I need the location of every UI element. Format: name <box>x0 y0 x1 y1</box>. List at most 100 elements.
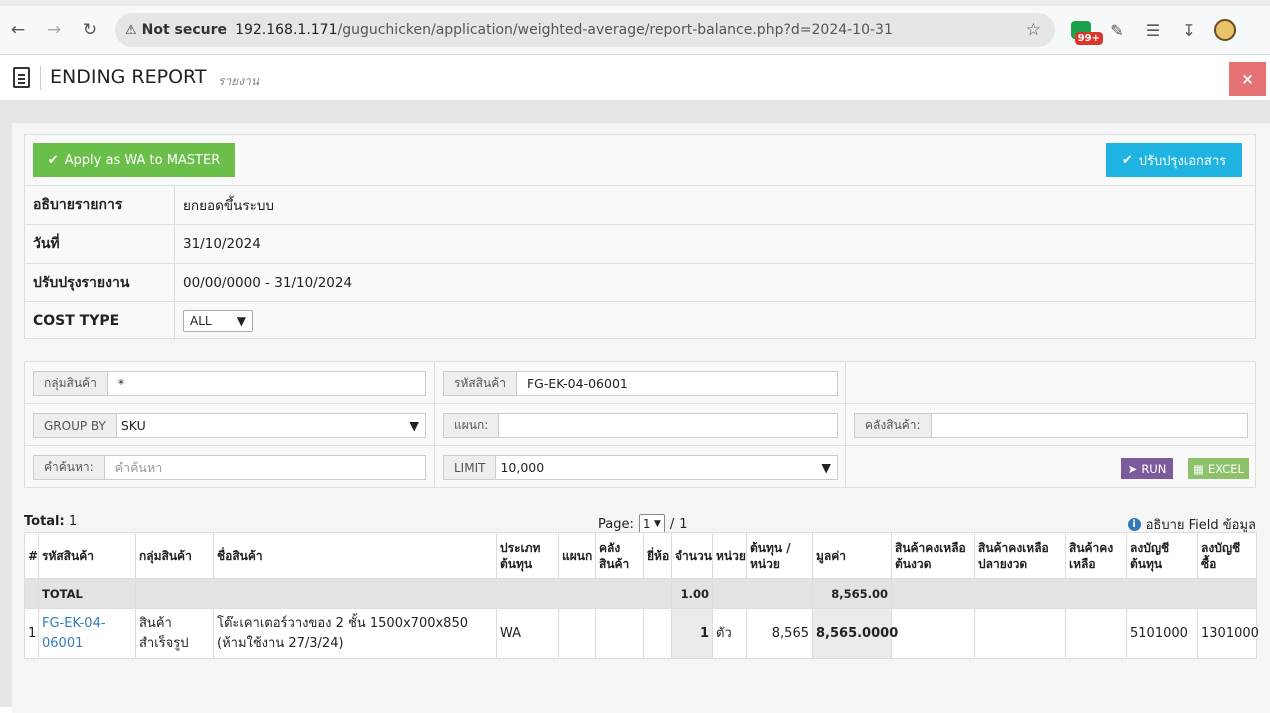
product-group-input[interactable]: * <box>108 372 425 395</box>
report-panel: ✔Apply as WA to MASTER ✔ปรับปรุงเอกสาร อ… <box>12 123 1270 713</box>
cell-empty <box>713 579 813 609</box>
col-header[interactable]: ต้นทุน / หน่วย <box>747 533 813 579</box>
browser-chrome: ← → ↻ ⚠ Not secure 192.168.1.171/guguchi… <box>0 0 1270 55</box>
back-icon[interactable]: ← <box>0 14 36 46</box>
col-header[interactable]: แผนก <box>559 533 596 579</box>
page-select[interactable]: 1▼ <box>639 514 665 534</box>
unit-cell: ตัว <box>713 609 747 659</box>
cost-type-cell: WA <box>497 609 559 659</box>
spreadsheet-icon: ▦ <box>1193 462 1204 476</box>
security-label: Not secure <box>142 22 227 38</box>
info-key: วันที่ <box>25 225 175 263</box>
page-body: ✔Apply as WA to MASTER ✔ปรับปรุงเอกสาร อ… <box>0 101 1270 707</box>
col-header[interactable]: คลังสินค้า <box>596 533 644 579</box>
group-cell: สินค้าสำเร็จรูป <box>136 609 214 659</box>
info-row-period: ปรับปรุงรายงาน 00/00/0000 - 31/10/2024 <box>25 263 1255 302</box>
department-label: แผนก: <box>444 414 499 437</box>
extensions-bar: 99+ ✎ ☰ ↧ <box>1063 14 1243 46</box>
report-header: ENDING REPORT รายงาน × <box>0 55 1270 101</box>
run-label: RUN <box>1141 462 1166 476</box>
page-total: 1 <box>679 517 687 532</box>
chevron-down-icon: ▼ <box>821 460 831 475</box>
run-button[interactable]: ➤RUN <box>1121 458 1173 479</box>
search-field: คำค้นหา: คำค้นหา <box>33 455 426 480</box>
info-key: ปรับปรุงรายงาน <box>25 264 175 302</box>
info-row-cost-type: COST TYPE ALL ▼ <box>25 301 1255 340</box>
account-purchase-cell: 1301000 <box>1198 609 1257 659</box>
warning-icon: ⚠ <box>125 23 137 38</box>
apply-wa-button[interactable]: ✔Apply as WA to MASTER <box>33 143 235 177</box>
sku-input[interactable]: FG-EK-04-06001 <box>517 372 837 395</box>
bookmark-star-icon[interactable]: ☆ <box>1026 20 1041 40</box>
rocket-icon: ➤ <box>1128 462 1138 476</box>
update-document-label: ปรับปรุงเอกสาร <box>1139 150 1226 171</box>
chevron-down-icon: ▼ <box>237 314 246 328</box>
info-key: COST TYPE <box>25 302 175 340</box>
update-document-button[interactable]: ✔ปรับปรุงเอกสาร <box>1106 143 1242 177</box>
col-header[interactable]: ประเภทต้นทุน <box>497 533 559 579</box>
excel-button[interactable]: ▦EXCEL <box>1188 458 1249 479</box>
col-header[interactable]: กลุ่มสินค้า <box>136 533 214 579</box>
close-button[interactable]: × <box>1229 62 1266 96</box>
total-qty-cell: 1.00 <box>672 579 713 609</box>
total-count: Total: 1 <box>24 514 77 529</box>
col-header[interactable]: ยี่ห้อ <box>644 533 672 579</box>
pagination: Page: 1▼ / 1 <box>598 514 688 534</box>
chevron-down-icon: ▼ <box>654 519 661 529</box>
limit-value: 10,000 <box>500 460 544 475</box>
col-header[interactable]: มูลค่า <box>813 533 892 579</box>
col-header[interactable]: ชื่อสินค้า <box>214 533 497 579</box>
group-by-field: GROUP BY SKU ▼ <box>33 413 426 438</box>
nav-buttons: ← → ↻ <box>0 14 108 46</box>
search-label: คำค้นหา: <box>34 456 105 479</box>
info-row-description: อธิบายรายการ ยกยอดขึ้นระบบ <box>25 185 1255 224</box>
document-icon <box>13 67 30 88</box>
filter-panel: กลุ่มสินค้า * รหัสสินค้า FG-EK-04-06001 … <box>24 361 1256 488</box>
total-row: TOTAL 1.00 8,565.00 <box>25 579 1257 609</box>
media-icon[interactable]: ☰ <box>1135 14 1171 46</box>
col-header[interactable]: รหัสสินค้า <box>39 533 136 579</box>
forward-icon[interactable]: → <box>36 14 72 46</box>
page-title: ENDING REPORT <box>50 66 206 88</box>
search-input[interactable]: คำค้นหา <box>105 456 425 479</box>
chevron-down-icon: ▼ <box>409 418 419 433</box>
limit-select[interactable]: 10,000 ▼ <box>496 456 837 479</box>
url-path: /guguchicken/application/weighted-averag… <box>338 22 893 38</box>
address-bar[interactable]: ⚠ Not secure 192.168.1.171/guguchicken/a… <box>115 13 1055 47</box>
col-header[interactable]: จำนวน <box>672 533 713 579</box>
warehouse-label: คลังสินค้า: <box>855 414 932 437</box>
warehouse-input[interactable] <box>932 414 1247 437</box>
table-row: 1 FG-EK-04-06001 สินค้าสำเร็จรูป โต๊ะเคา… <box>25 609 1257 659</box>
col-header[interactable]: ลงบัญชีต้นทุน <box>1127 533 1198 579</box>
product-group-label: กลุ่มสินค้า <box>34 372 108 395</box>
sku-label: รหัสสินค้า <box>444 372 517 395</box>
col-header[interactable]: สินค้าคงเหลือ <box>1066 533 1127 579</box>
col-header[interactable]: ลงบัญชีซื้อ <box>1198 533 1257 579</box>
url-text[interactable]: 192.168.1.171/guguchicken/application/we… <box>235 22 893 38</box>
qty-cell: 1 <box>672 609 713 659</box>
profile-avatar[interactable] <box>1207 14 1243 46</box>
col-header[interactable]: หน่วย <box>713 533 747 579</box>
account-cost-cell: 5101000 <box>1127 609 1198 659</box>
group-by-select[interactable]: SKU ▼ <box>117 414 425 437</box>
remain-stock-cell <box>1066 609 1127 659</box>
extension-green-icon[interactable]: 99+ <box>1063 14 1099 46</box>
cost-type-select[interactable]: ALL ▼ <box>183 310 253 332</box>
cost-type-value: ALL <box>190 314 212 328</box>
sku-link[interactable]: FG-EK-04-06001 <box>39 609 136 659</box>
info-key: อธิบายรายการ <box>25 186 175 224</box>
col-header[interactable]: สินค้าคงเหลือต้นงวด <box>892 533 975 579</box>
col-header[interactable]: สินค้าคงเหลือปลายงวด <box>975 533 1066 579</box>
reload-icon[interactable]: ↻ <box>72 14 108 46</box>
department-input[interactable] <box>499 414 837 437</box>
sku-field: รหัสสินค้า FG-EK-04-06001 <box>443 371 838 396</box>
group-by-value: SKU <box>121 418 146 433</box>
group-by-label: GROUP BY <box>34 414 117 437</box>
brand-cell <box>644 609 672 659</box>
cell-empty <box>25 579 39 609</box>
download-icon[interactable]: ↧ <box>1171 14 1207 46</box>
limit-field: LIMIT 10,000▼ <box>443 455 838 480</box>
puzzle-icon[interactable]: ✎ <box>1099 14 1135 46</box>
info-value: 00/00/0000 - 31/10/2024 <box>175 275 352 291</box>
security-indicator[interactable]: ⚠ Not secure <box>115 13 235 47</box>
